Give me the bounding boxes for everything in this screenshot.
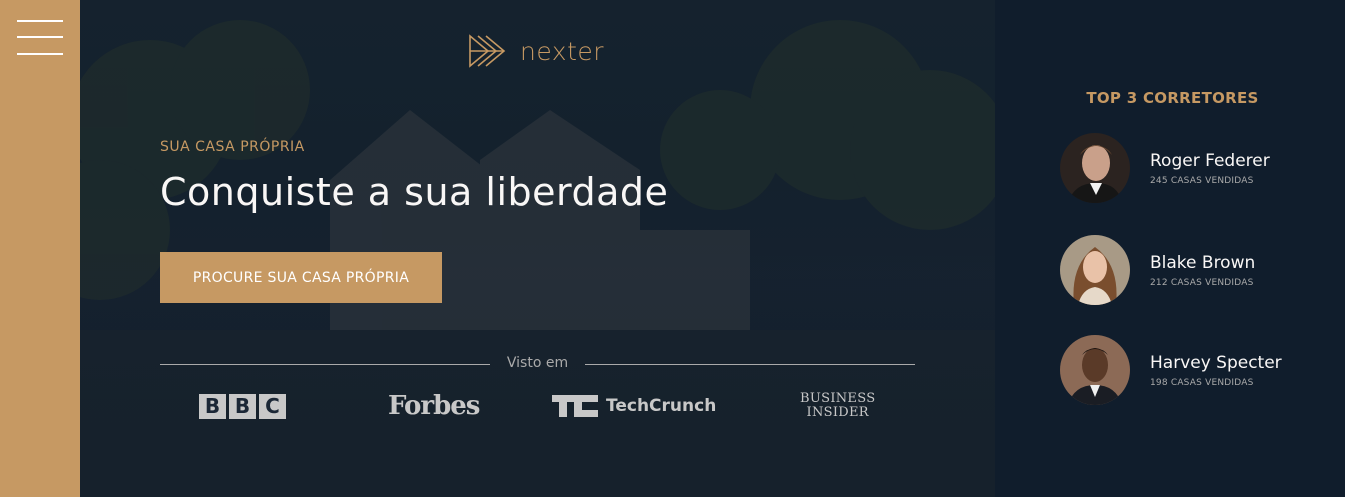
bbc-logo: B B C <box>199 388 286 424</box>
realtor-name: Blake Brown <box>1150 252 1256 273</box>
menu-line <box>17 20 63 22</box>
forbes-logo: Forbes <box>388 391 480 421</box>
bi-line-2: INSIDER <box>806 405 869 420</box>
nexter-logo[interactable]: nexter <box>468 34 604 68</box>
realtor-card[interactable]: Roger Federer 245 CASAS VENDIDAS <box>1060 133 1340 203</box>
bbc-letter: B <box>199 393 226 419</box>
avatar <box>1060 133 1130 203</box>
hero-eyebrow: SUA CASA PRÓPRIA <box>160 139 305 155</box>
bi-line-1: BUSINESS <box>800 391 876 406</box>
realtor-card[interactable]: Harvey Specter 198 CASAS VENDIDAS <box>1060 335 1340 405</box>
hero-section: nexter SUA CASA PRÓPRIA Conquiste a sua … <box>80 0 995 497</box>
realtor-card[interactable]: Blake Brown 212 CASAS VENDIDAS <box>1060 235 1340 305</box>
avatar <box>1060 235 1130 305</box>
sidebar <box>0 0 80 497</box>
logo-text: nexter <box>520 36 605 66</box>
seen-on-label: Visto em <box>506 355 569 371</box>
hamburger-menu-icon[interactable] <box>17 20 63 56</box>
find-home-button[interactable]: PROCURE SUA CASA PRÓPRIA <box>160 252 442 303</box>
seen-on-divider: Visto em <box>160 354 915 374</box>
avatar <box>1060 335 1130 405</box>
top-realtors-panel: TOP 3 CORRETORES Roger Federer 245 CASAS… <box>995 0 1345 497</box>
play-chevrons-icon <box>469 34 506 68</box>
business-insider-logo: BUSINESS INSIDER <box>800 388 875 424</box>
techcrunch-text: TechCrunch <box>606 396 717 416</box>
techcrunch-logo: TechCrunch <box>552 388 716 424</box>
menu-line <box>17 36 63 38</box>
techcrunch-mark-icon <box>552 395 598 417</box>
realtor-name: Harvey Specter <box>1150 352 1282 373</box>
divider-line-right <box>585 364 915 365</box>
realtor-sold: 245 CASAS VENDIDAS <box>1150 175 1254 186</box>
bbc-letter: C <box>259 393 286 419</box>
hero-headline: Conquiste a sua liberdade <box>160 170 669 214</box>
realtor-sold: 198 CASAS VENDIDAS <box>1150 377 1254 388</box>
realtors-title: TOP 3 CORRETORES <box>1086 89 1259 107</box>
menu-line <box>17 53 63 55</box>
realtor-sold: 212 CASAS VENDIDAS <box>1150 277 1254 288</box>
realtor-name: Roger Federer <box>1150 150 1270 171</box>
bbc-letter: B <box>229 393 256 419</box>
